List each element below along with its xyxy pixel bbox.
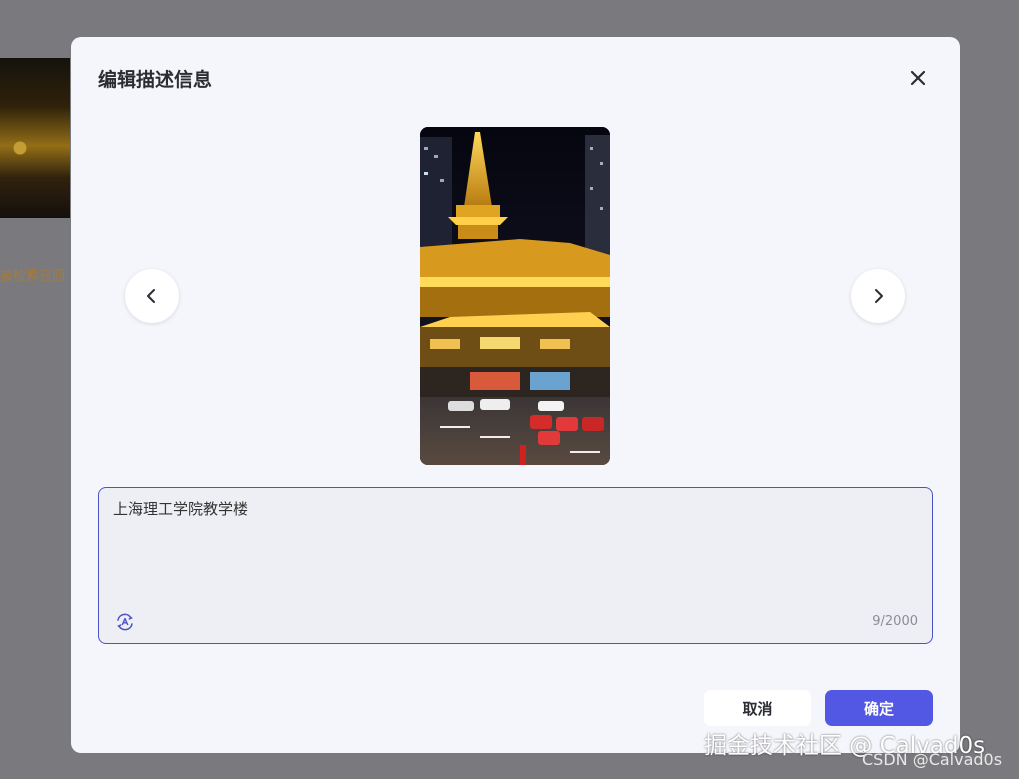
chevron-right-icon	[875, 289, 883, 303]
chevron-left-icon	[147, 289, 155, 303]
cancel-button[interactable]: 取消	[704, 690, 811, 726]
watermark-csdn: CSDN @Calvad0s	[862, 750, 1003, 769]
ai-rewrite-icon[interactable]	[115, 612, 135, 632]
previous-image-button[interactable]	[125, 269, 179, 323]
close-button[interactable]	[905, 65, 931, 91]
next-image-button[interactable]	[851, 269, 905, 323]
background-text: 被检索召回	[0, 269, 66, 284]
description-value: 上海理工学院教学楼	[113, 500, 249, 518]
modal-title: 编辑描述信息	[98, 69, 213, 91]
background-thumbnail	[0, 58, 70, 218]
description-textarea[interactable]: 上海理工学院教学楼 9/2000	[98, 487, 933, 644]
confirm-button[interactable]: 确定	[825, 690, 933, 726]
preview-image	[420, 127, 610, 465]
edit-description-modal: 编辑描述信息 上海理工学院教学楼 9/2000 取消 确定	[71, 37, 960, 753]
close-icon	[910, 70, 926, 86]
character-counter: 9/2000	[872, 614, 918, 629]
